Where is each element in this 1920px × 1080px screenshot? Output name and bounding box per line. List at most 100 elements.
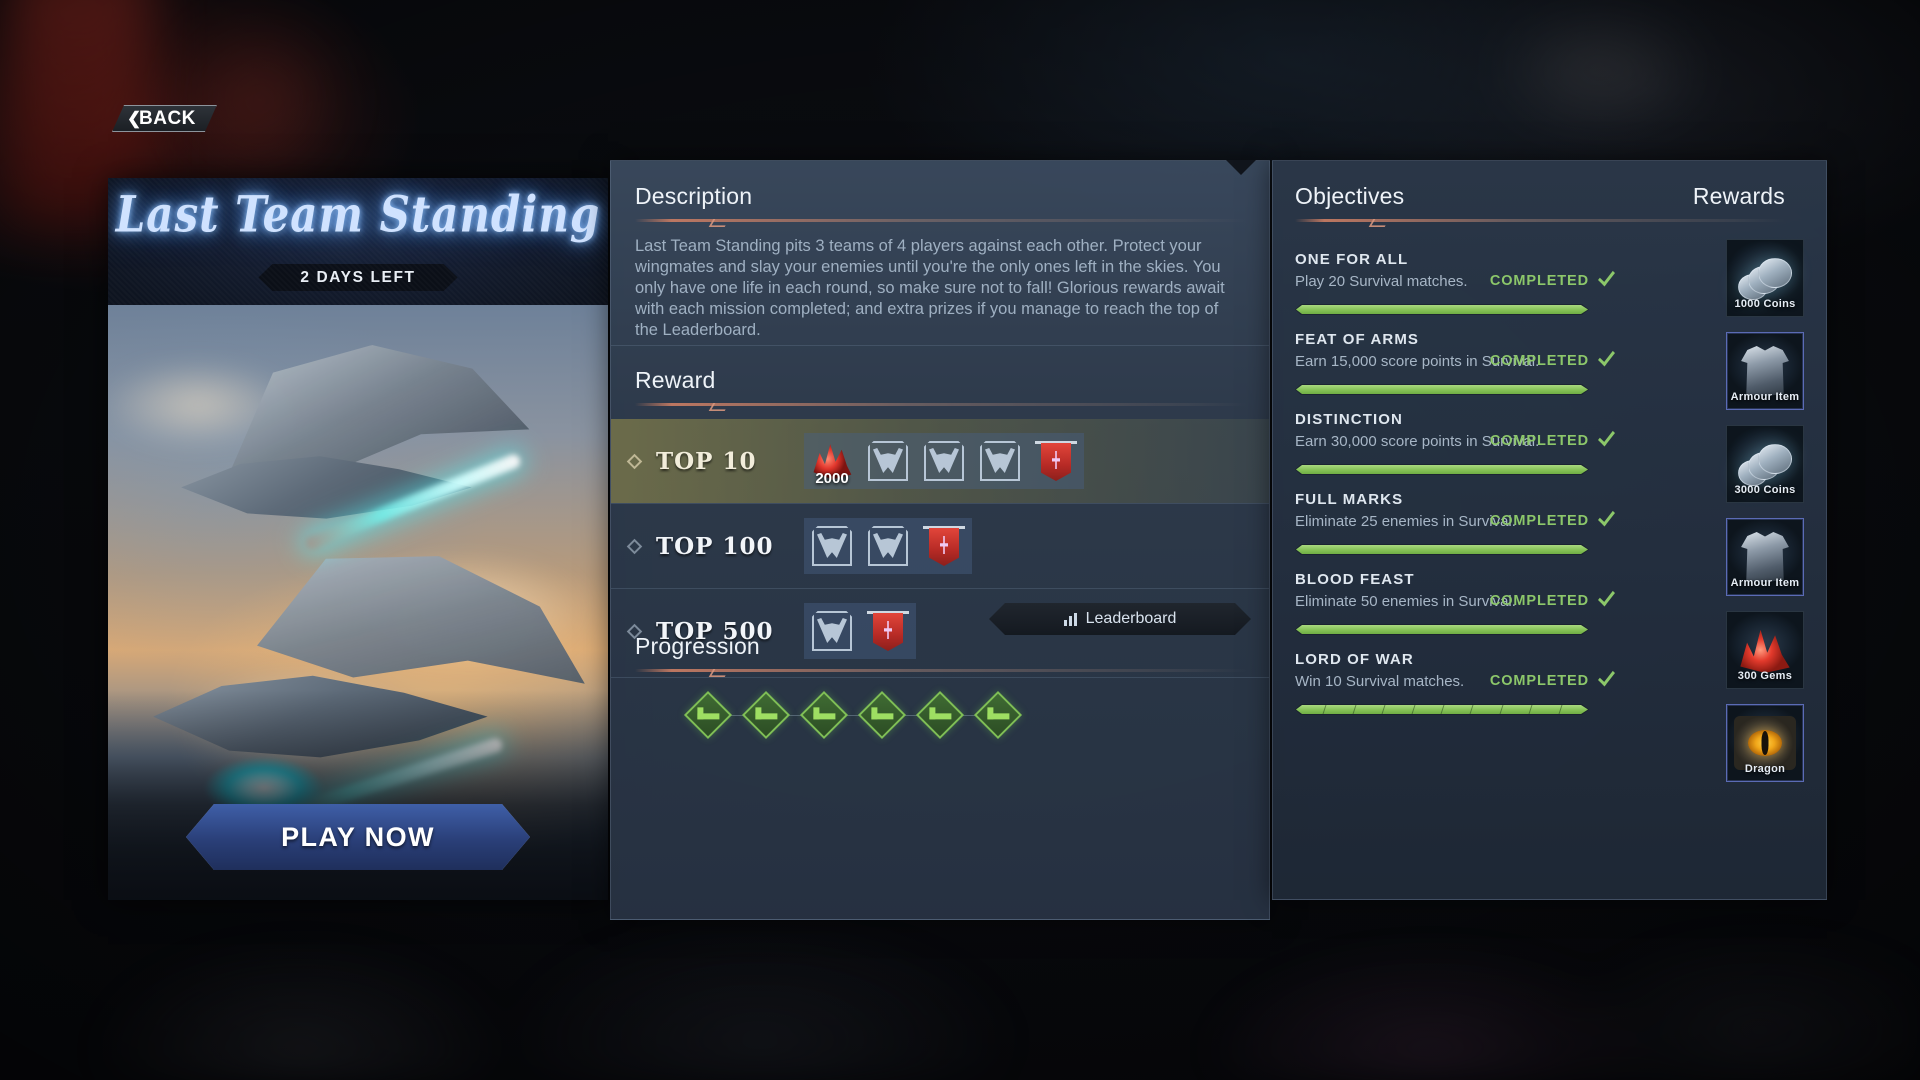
progression-node-completed[interactable] [683,690,733,740]
description-heading: Description [635,183,753,209]
objectives-panel: Objectives Rewards ONE FOR ALL Play 20 Su… [1272,160,1827,900]
objective-reward-label: 1000 Coins [1734,298,1796,310]
helmet-icon [924,441,964,481]
objective-status-badge: COMPLETED [1489,673,1589,689]
divider [611,345,1269,346]
objective-progress-bar [1295,624,1589,635]
helmet-glyph [873,448,903,473]
back-button[interactable]: ❮ BACK [112,105,217,132]
reward-tier-items: 2000 [804,433,1084,489]
progression-node-completed[interactable] [857,690,907,740]
objective-item: ONE FOR ALL Play 20 Survival matches. COMP… [1295,251,1625,315]
objective-progress-bar [1295,384,1589,395]
panel-notch [1226,160,1256,175]
coins-icon [1738,442,1792,486]
progression-track [635,690,1247,740]
objective-reward-label: 300 Gems [1737,670,1793,682]
objective-item: LORD OF WAR Win 10 Survival matches. COMPL… [1295,651,1625,715]
objectives-list: ONE FOR ALL Play 20 Survival matches. COMP… [1295,235,1625,715]
objective-progress-bar [1295,544,1589,555]
progression-node-completed[interactable] [915,690,965,740]
reward-tier-items [804,518,972,574]
objective-item: FULL MARKS Eliminate 25 enemies in Surviv… [1295,491,1625,555]
objective-status-badge: COMPLETED [1489,513,1589,529]
objective-status-badge: COMPLETED [1489,353,1589,369]
event-card[interactable]: Last Team Standing 2 DAYS LEFT PLAY NOW [108,178,608,900]
helmet-icon [804,518,860,574]
objective-name: FEAT OF ARMS [1295,331,1420,348]
diamond-bullet-icon [626,538,643,554]
progression-node-completed[interactable] [741,690,791,740]
helmet-glyph [929,448,959,473]
objective-reward-label: Armour Item [1730,577,1800,589]
event-time-left-badge: 2 DAYS LEFT [258,264,457,291]
helmet-glyph [817,533,847,558]
reward-section-header: Reward [635,367,1247,406]
objective-item: BLOOD FEAST Eliminate 50 enemies in Survi… [1295,571,1625,635]
helmet-icon [860,433,916,489]
objective-progress-fill [1296,305,1588,314]
progression-section: Progression [635,633,1247,740]
helmet-icon [916,433,972,489]
helmet-icon [868,526,908,566]
check-icon [929,707,952,720]
coins-icon [1738,256,1792,300]
objective-name: FULL MARKS [1295,491,1404,508]
event-title: Last Team Standing [115,185,601,244]
check-icon [987,707,1010,720]
objective-progress-fill [1296,625,1588,634]
gem-icon: 2000 [804,433,860,489]
game-event-screen: ❮ BACK Last Team Standing 2 DAYS LEFT PL… [0,0,1920,1080]
objective-reward-tile[interactable]: Dragon [1726,704,1804,782]
double-chevron-left-icon: ❮ [127,109,142,128]
helmet-icon [972,433,1028,489]
play-now-label: PLAY NOW [281,821,435,852]
helmet-glyph [985,448,1015,473]
progression-node-completed[interactable] [973,690,1023,740]
reward-tier-row[interactable]: TOP 100 [611,504,1269,588]
objective-rewards-column: 1000 Coins Armour Item 3000 Coins Armour It… [1726,239,1804,797]
objective-progress-fill [1296,385,1588,394]
objective-reward-tile[interactable]: 300 Gems [1726,611,1804,689]
objective-reward-tile[interactable]: Armour Item [1726,518,1804,596]
back-button-label: BACK [139,107,196,129]
objectives-heading: Objectives [1295,183,1405,209]
objective-progress-bar [1295,304,1589,315]
banner-icon [916,518,972,574]
diamond-bullet-icon [626,453,643,469]
description-body: Last Team Standing pits 3 teams of 4 pla… [635,237,1225,339]
leaderboard-button[interactable]: Leaderboard [989,603,1251,635]
play-now-button[interactable]: PLAY NOW [186,804,530,870]
objective-name: ONE FOR ALL [1295,251,1409,268]
reward-tier-rank: TOP 100 [656,532,774,560]
gem-count: 2000 [815,470,849,487]
section-rule [1295,219,1785,222]
objective-name: LORD OF WAR [1295,651,1414,668]
description-section: Description Last Team Standing pits 3 te… [635,183,1247,341]
gems-icon [1740,629,1790,673]
event-card-header: Last Team Standing 2 DAYS LEFT [108,178,608,305]
bar-chart-icon [1064,613,1077,626]
objective-name: DISTINCTION [1295,411,1403,428]
details-panel: Description Last Team Standing pits 3 te… [610,160,1270,920]
objective-reward-label: Armour Item [1730,391,1800,403]
objective-reward-tile[interactable]: 3000 Coins [1726,425,1804,503]
reward-tier-row[interactable]: TOP 10 2000 [611,419,1269,503]
check-icon [871,707,894,720]
banner-icon [923,524,965,568]
reward-heading: Reward [635,367,716,393]
objective-reward-tile[interactable]: Armour Item [1726,332,1804,410]
progression-node-completed[interactable] [799,690,849,740]
helmet-icon [812,526,852,566]
banner-icon [1035,439,1077,483]
helmet-icon [980,441,1020,481]
reward-tier-rank: TOP 10 [656,447,757,475]
objectives-header: Objectives Rewards [1295,183,1785,222]
leaderboard-label: Leaderboard [1085,610,1177,627]
objective-reward-tile[interactable]: 1000 Coins [1726,239,1804,317]
check-icon [697,707,720,720]
armour-icon [1741,532,1789,582]
helmet-icon [860,518,916,574]
objective-status-badge: COMPLETED [1489,433,1589,449]
objective-progress-bar [1295,464,1589,475]
